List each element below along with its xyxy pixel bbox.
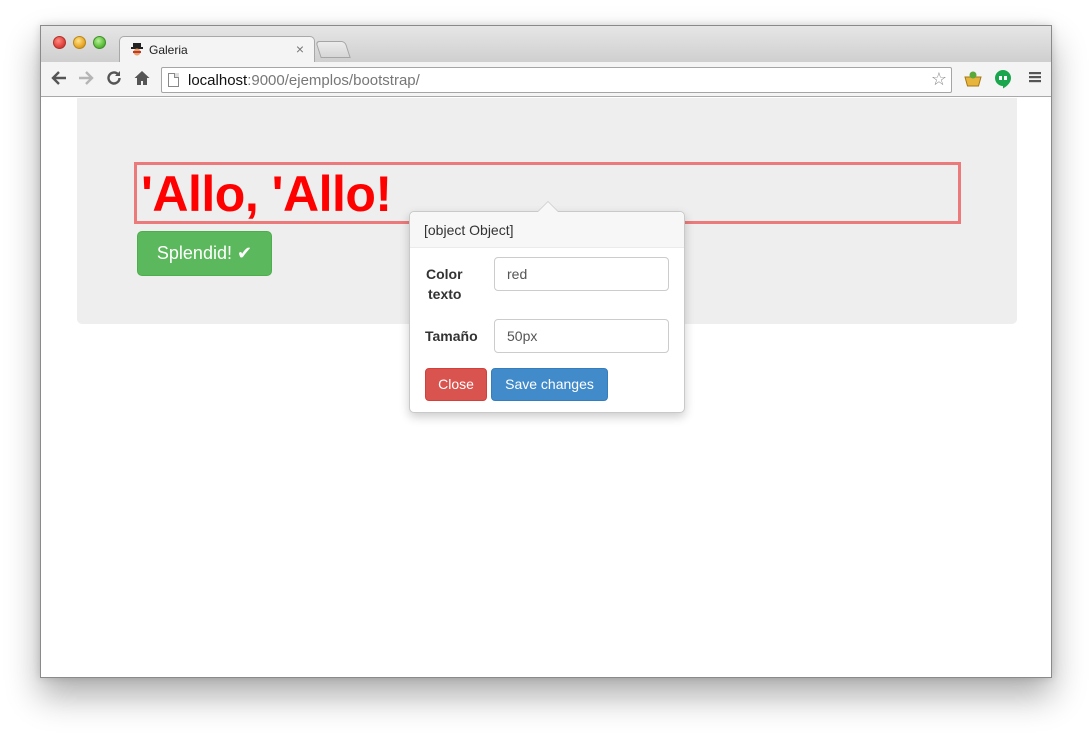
page-content: 'Allo, 'Allo! Splendid! ✔ [object Object… [41,98,1051,677]
splendid-button[interactable]: Splendid! ✔ [137,231,272,276]
edit-popover: [object Object] Color texto red Tamaño 5… [409,201,685,413]
hangouts-extension-icon[interactable] [993,69,1013,89]
page-icon [168,73,179,87]
check-icon: ✔ [236,243,253,263]
tab-close-icon[interactable]: × [296,41,304,57]
browser-toolbar: localhost:9000/ejemplos/bootstrap/ ☆ [41,62,1051,97]
tab-title: Galeria [149,43,188,57]
splendid-label: Splendid! [156,243,232,263]
minimize-window-button[interactable] [73,36,86,49]
color-label: Color texto [426,264,463,304]
popover-arrow [537,201,559,212]
url-path: :9000/ejemplos/bootstrap/ [247,72,420,89]
new-tab-button[interactable] [315,41,351,58]
extension-basket-icon[interactable] [963,69,983,89]
color-label-line2: texto [428,286,462,302]
url-host: localhost [188,72,248,89]
yeoman-favicon-icon [131,43,143,56]
url-text[interactable]: localhost:9000/ejemplos/bootstrap/ [188,72,420,89]
color-input[interactable]: red [494,257,669,291]
home-icon[interactable] [132,69,152,89]
star-icon[interactable]: ☆ [931,69,947,90]
arrow-right-icon[interactable] [76,69,96,89]
size-input[interactable]: 50px [494,319,669,353]
zoom-window-button[interactable] [93,36,106,49]
tab-galeria[interactable]: Galeria × [119,36,315,63]
page-heading[interactable]: 'Allo, 'Allo! [141,168,392,220]
tab-strip: Galeria × [41,26,1051,63]
close-window-button[interactable] [53,36,66,49]
address-bar[interactable]: localhost:9000/ejemplos/bootstrap/ ☆ [161,67,952,93]
popover-title: [object Object] [410,212,684,248]
color-label-line1: Color [426,266,463,282]
close-button[interactable]: Close [425,368,487,401]
reload-icon[interactable] [104,69,124,89]
save-changes-button[interactable]: Save changes [491,368,608,401]
arrow-left-icon[interactable] [49,69,69,89]
browser-window: Galeria × localhost:9000/ejemplos/bootst… [40,25,1052,678]
size-label: Tamaño [425,328,478,344]
hamburger-menu-icon[interactable] [1025,69,1045,89]
